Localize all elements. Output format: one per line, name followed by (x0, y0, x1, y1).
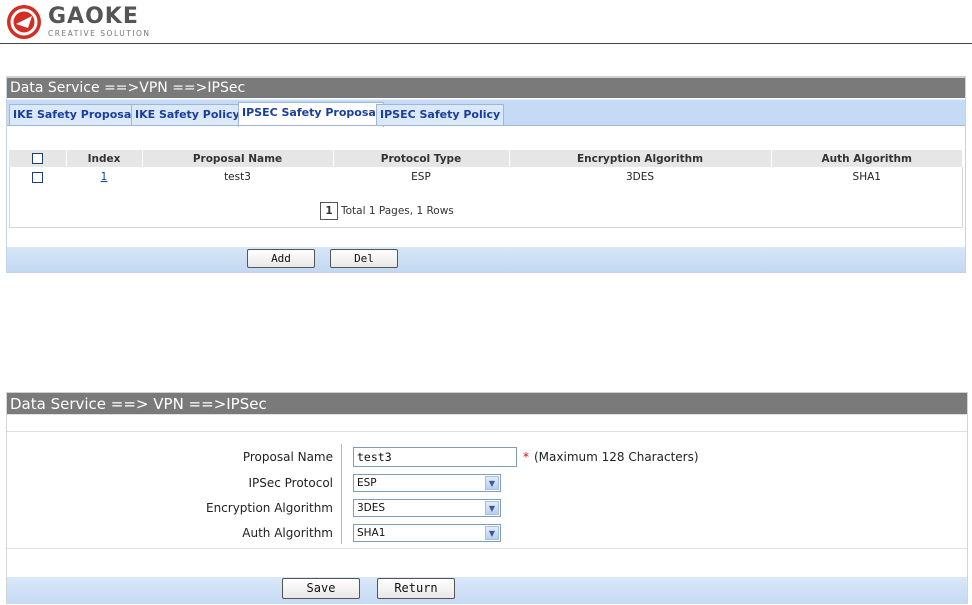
tab-underline (7, 125, 965, 126)
pagination: 1 Total 1 Pages, 1 Rows (320, 202, 454, 220)
column-header: Protocol Type (333, 150, 510, 167)
row-protocol-type: ESP (411, 171, 431, 183)
select-all-header (9, 150, 67, 167)
tab-ipsec-safety-proposal[interactable]: IPSEC Safety Proposal (238, 102, 384, 127)
encryption-algorithm-label: Encryption Algorithm (205, 501, 333, 515)
tab-ike-safety-policy[interactable]: IKE Safety Policy (131, 104, 244, 126)
column-header: Auth Algorithm (771, 150, 963, 167)
header-divider (0, 43, 972, 44)
delete-button[interactable]: Del (330, 249, 398, 268)
pagination-summary: Total 1 Pages, 1 Rows (341, 205, 454, 217)
form-header-strip (7, 414, 967, 432)
chevron-down-icon[interactable]: ▼ (485, 476, 499, 490)
return-button[interactable]: Return (377, 578, 455, 599)
row-encryption-algorithm: 3DES (625, 171, 655, 183)
tab-ike-safety-proposal[interactable]: IKE Safety Proposal (9, 104, 140, 126)
chevron-down-icon[interactable]: ▼ (485, 501, 499, 515)
column-header: Encryption Algorithm (509, 150, 772, 167)
column-header: Proposal Name (142, 150, 334, 167)
row-select-cell (9, 167, 66, 187)
gaoke-logo-icon (7, 5, 41, 39)
auth-algorithm-label: Auth Algorithm (242, 526, 333, 540)
page-number-button[interactable]: 1 (320, 202, 338, 220)
column-header: Index (66, 150, 143, 167)
auth-algorithm-select[interactable]: SHA1 ▼ (353, 524, 501, 542)
brand-tagline: CREATIVE SOLUTION (48, 29, 151, 39)
list-button-bar: Add Del (7, 247, 965, 272)
ipsec-proposal-edit-panel: Data Service ==> VPN ==>IPSec Proposal N… (6, 392, 968, 604)
ipsec-protocol-label: IPSec Protocol (248, 476, 333, 490)
row-index-link[interactable]: 1 (101, 171, 108, 183)
chevron-down-icon[interactable]: ▼ (485, 526, 499, 540)
ipsec-protocol-select[interactable]: ESP ▼ (353, 474, 501, 492)
proposal-name-label: Proposal Name (242, 450, 333, 464)
breadcrumb: Data Service ==> VPN ==>IPSec (7, 392, 967, 414)
ipsec-protocol-value: ESP (357, 477, 377, 489)
row-index-cell: 1 (66, 167, 142, 187)
proposal-name-input[interactable] (353, 447, 517, 467)
row-proposal-name: test3 (224, 171, 251, 183)
save-button[interactable]: Save (282, 578, 360, 599)
row-auth-algorithm: SHA1 (852, 171, 881, 183)
encryption-algorithm-select[interactable]: 3DES ▼ (353, 499, 501, 517)
proposal-table: Index Proposal Name Protocol Type Encryp… (9, 150, 963, 187)
tab-ipsec-safety-policy[interactable]: IPSEC Safety Policy (376, 104, 505, 126)
form-column-divider (341, 444, 342, 544)
table-row: 1 test3 ESP 3DES SHA1 (9, 167, 963, 187)
select-all-checkbox[interactable] (31, 153, 43, 164)
add-button[interactable]: Add (247, 249, 315, 268)
required-marker: * (523, 450, 529, 464)
form-divider (7, 548, 967, 549)
proposal-name-hint: (Maximum 128 Characters) (534, 450, 699, 464)
gaoke-logo: GAOKE CREATIVE SOLUTION (6, 4, 151, 40)
form-button-bar: Save Return (7, 577, 967, 604)
breadcrumb: Data Service ==>VPN ==>IPSec (7, 77, 965, 98)
brand-name: GAOKE (48, 4, 139, 30)
row-checkbox[interactable] (32, 171, 43, 183)
ipsec-proposal-list-panel: Data Service ==>VPN ==>IPSec IKE Safety … (6, 76, 966, 273)
auth-algorithm-value: SHA1 (357, 527, 386, 539)
encryption-algorithm-value: 3DES (357, 502, 386, 514)
tab-bar: IKE Safety Proposal IKE Safety Policy IP… (7, 99, 965, 127)
